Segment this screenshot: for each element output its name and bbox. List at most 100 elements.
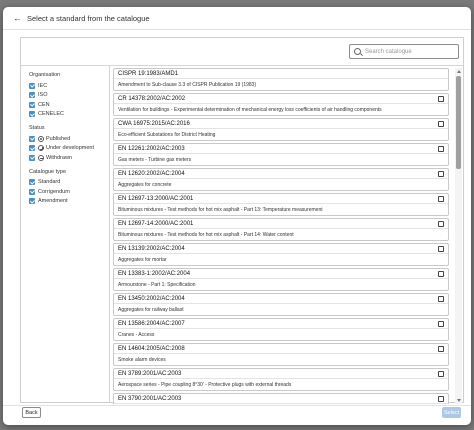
filter-option-cenelec[interactable]: CENELEC (29, 110, 107, 120)
scrollbar[interactable] (455, 68, 462, 404)
checkbox[interactable] (29, 145, 35, 152)
back-arrow-icon[interactable]: ← (13, 13, 22, 23)
standard-code: EN 13450:2002/AC:2004 (118, 295, 185, 302)
standard-header: EN 14604:2005/AC:2008 (114, 344, 448, 354)
search-icon (354, 48, 361, 55)
under-development-icon (38, 145, 44, 152)
filter-title-status: Status (29, 125, 45, 131)
checkbox[interactable] (29, 111, 35, 118)
filter-option-iso[interactable]: ISO (29, 91, 107, 101)
standard-item[interactable]: EN 3789:2001/AC:2003 Aerospace series - P… (113, 368, 449, 391)
back-button[interactable]: Back (22, 407, 41, 418)
standard-item[interactable]: EN 12261:2002/AC:2003 Gas meters - Turbin… (113, 143, 449, 166)
calendar-icon[interactable] (438, 345, 444, 352)
standard-item[interactable]: EN 13586:2004/AC:2007 Cranes - Access (113, 318, 449, 341)
standard-code: CWA 16975:2015/AC:2016 (118, 120, 190, 127)
standard-title: Smoke alarm devices (118, 356, 166, 363)
standard-header: EN 12620:2002/AC:2004 (114, 169, 448, 179)
standard-code: EN 14604:2005/AC:2008 (118, 345, 185, 352)
standard-code: EN 12697-13:2000/AC:2001 (118, 195, 194, 202)
standard-header: EN 12697-14:2000/AC:2001 (114, 219, 448, 229)
filter-option-corrigendum[interactable]: Corrigendum (29, 187, 107, 197)
standard-item[interactable]: EN 3790:2001/AC:2003 (113, 393, 449, 404)
standard-item[interactable]: EN 12697-13:2000/AC:2001 Bituminous mixtu… (113, 193, 449, 216)
standard-title: Aggregates for mortar (118, 256, 167, 263)
filter-label: Withdrawn (46, 154, 72, 161)
dialog-title: Select a standard from the catalogue (27, 13, 150, 23)
filter-label: CEN (38, 101, 50, 108)
divider (109, 65, 110, 402)
filter-label: Published (46, 135, 71, 142)
filter-option-iec[interactable]: IEC (29, 81, 107, 91)
standard-title: Eco-efficient Substations for District H… (118, 131, 216, 138)
standard-item[interactable]: CWA 16975:2015/AC:2016 Eco-efficient Subs… (113, 118, 449, 141)
scroll-down-icon[interactable] (456, 399, 461, 402)
scrollbar-thumb[interactable] (456, 76, 461, 169)
filter-label: CENELEC (38, 111, 64, 118)
calendar-icon[interactable] (438, 220, 444, 227)
standard-header: CWA 16975:2015/AC:2016 (114, 119, 448, 129)
standard-title: Aerospace series - Pipe coupling 8°30' -… (118, 381, 292, 388)
standard-header: EN 12697-13:2000/AC:2001 (114, 194, 448, 204)
filter-option-cen[interactable]: CEN (29, 100, 107, 110)
standard-title: Gas meters - Turbine gas meters (118, 156, 192, 163)
filter-option-amendment[interactable]: Amendment (29, 197, 107, 207)
standards-list: CISPR 19:1983/AMD1 Amendment to Sub-claus… (113, 68, 449, 404)
standard-header: CISPR 19:1983/AMD1 (114, 69, 448, 79)
standard-header: EN 12261:2002/AC:2003 (114, 144, 448, 154)
standard-header: EN 13139:2002/AC:2004 (114, 244, 448, 254)
checkbox[interactable] (29, 154, 35, 161)
checkbox[interactable] (29, 101, 35, 108)
standard-title: Armourstone - Part 1: Specification (118, 281, 196, 288)
checkbox[interactable] (29, 188, 35, 195)
calendar-icon[interactable] (438, 395, 444, 402)
calendar-icon[interactable] (438, 370, 444, 377)
standard-item[interactable]: CISPR 19:1983/AMD1 Amendment to Sub-claus… (113, 68, 449, 91)
scroll-up-icon[interactable] (456, 70, 461, 73)
filter-option-standard[interactable]: Standard (29, 178, 107, 188)
select-button[interactable]: Select (442, 407, 461, 418)
calendar-icon[interactable] (438, 195, 444, 202)
standard-header: EN 13383-1:2002/AC:2004 (114, 269, 448, 279)
filter-label: Amendment (38, 198, 68, 205)
filter-option-published[interactable]: Published (29, 134, 107, 144)
calendar-icon[interactable] (438, 120, 444, 127)
filter-group-catalogue-type: Catalogue type Standard Corrigendum Amen… (29, 169, 107, 207)
standard-header: EN 13586:2004/AC:2007 (114, 319, 448, 329)
calendar-icon[interactable] (438, 170, 444, 177)
standard-title: Aggregates for concrete (118, 181, 172, 188)
standard-item[interactable]: EN 12697-14:2000/AC:2001 Bituminous mixtu… (113, 218, 449, 241)
standard-code: CISPR 19:1983/AMD1 (118, 70, 179, 77)
checkbox[interactable] (29, 82, 35, 89)
standard-item[interactable]: EN 12620:2002/AC:2004 Aggregates for conc… (113, 168, 449, 191)
filter-title-catalogue-type: Catalogue type (29, 168, 66, 175)
search-placeholder: Search catalogue (365, 48, 412, 55)
filter-label: Corrigendum (38, 188, 70, 195)
divider (21, 65, 463, 66)
checkbox[interactable] (29, 179, 35, 186)
standard-code: EN 3789:2001/AC:2003 (118, 370, 182, 377)
standard-item[interactable]: CR 14378:2002/AC:2002 Ventilation for bui… (113, 93, 449, 116)
standard-item[interactable]: EN 13139:2002/AC:2004 Aggregates for mort… (113, 243, 449, 266)
checkbox[interactable] (29, 92, 35, 99)
checkbox[interactable] (29, 198, 35, 205)
calendar-icon[interactable] (438, 295, 444, 302)
standard-code: EN 13586:2004/AC:2007 (118, 320, 185, 327)
standard-header: EN 3790:2001/AC:2003 (114, 394, 448, 404)
search-input[interactable]: Search catalogue (349, 44, 459, 59)
checkbox[interactable] (29, 135, 35, 142)
standard-item[interactable]: EN 14604:2005/AC:2008 Smoke alarm devices (113, 343, 449, 366)
standard-item[interactable]: EN 13383-1:2002/AC:2004 Armourstone - Par… (113, 268, 449, 291)
filter-option-under-development[interactable]: Under development (29, 144, 107, 154)
calendar-icon[interactable] (438, 145, 444, 152)
calendar-icon[interactable] (438, 95, 444, 102)
filter-group-status: Status Published Under development Withd… (29, 125, 107, 163)
standard-item[interactable]: EN 13450:2002/AC:2004 Aggregates for rail… (113, 293, 449, 316)
standard-header: CR 14378:2002/AC:2002 (114, 94, 448, 104)
calendar-icon[interactable] (438, 245, 444, 252)
calendar-icon[interactable] (438, 320, 444, 327)
filter-option-withdrawn[interactable]: Withdrawn (29, 153, 107, 163)
standard-header: EN 13450:2002/AC:2004 (114, 294, 448, 304)
calendar-icon[interactable] (438, 270, 444, 277)
filter-label: ISO (38, 92, 48, 99)
